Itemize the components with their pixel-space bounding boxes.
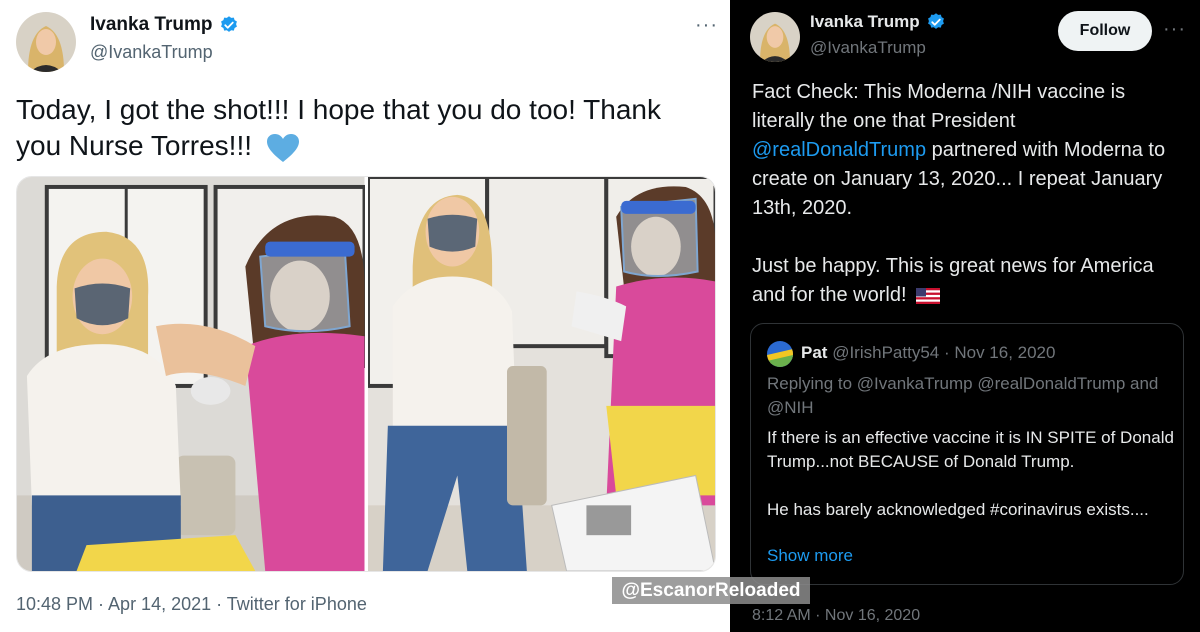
author-handle[interactable]: @IvankaTrump [810, 38, 926, 58]
more-horizontal-icon[interactable]: ··· [1163, 18, 1186, 41]
replying-to: Replying to @IvankaTrump @realDonaldTrum… [767, 374, 1159, 417]
quoted-handle-date: @IrishPatty54 · Nov 16, 2020 [832, 343, 1056, 362]
verified-badge-icon [927, 13, 944, 29]
author-avatar[interactable] [16, 12, 76, 72]
tweet-text: Today, I got the shot!!! I hope that you… [16, 94, 661, 162]
quoted-author-name[interactable]: Pat [801, 343, 827, 362]
more-horizontal-icon[interactable]: ··· [695, 14, 718, 37]
tweet-timestamp[interactable]: 8:12 AM · Nov 16, 2020 [752, 607, 920, 625]
author-name[interactable]: Ivanka Trump [810, 12, 920, 32]
left-tweet: Ivanka Trump @IvankaTrump ··· Today, I g… [0, 0, 730, 632]
show-more-link[interactable]: Show more [767, 546, 853, 566]
vaccine-photo-1[interactable] [17, 177, 365, 571]
author-name[interactable]: Ivanka Trump [90, 14, 213, 36]
tweet-text: Fact Check: This Moderna /NIH vaccine is… [752, 81, 1166, 306]
right-tweet: Ivanka Trump @IvankaTrump Follow ··· Fac… [730, 0, 1200, 632]
watermark-label: @EscanorReloaded [612, 577, 810, 604]
tweet-media[interactable] [16, 176, 716, 572]
quoted-tweet-text: If there is an effective vaccine it is I… [767, 428, 1174, 519]
tweet-timestamp[interactable]: 10:48 PM · Apr 14, 2021 · Twitter for iP… [16, 594, 367, 615]
us-flag-icon [916, 287, 941, 304]
blue-heart-icon [266, 133, 299, 162]
author-avatar[interactable] [750, 12, 800, 62]
quoted-author-avatar[interactable] [767, 341, 793, 367]
author-handle[interactable]: @IvankaTrump [90, 42, 213, 63]
verified-badge-icon [220, 16, 237, 32]
follow-button[interactable]: Follow [1058, 11, 1152, 51]
vaccine-photo-2[interactable] [367, 177, 715, 571]
mention-link[interactable]: @realDonaldTrump [752, 139, 926, 161]
quoted-tweet[interactable]: Pat @IrishPatty54 · Nov 16, 2020 Replyin… [750, 323, 1184, 585]
